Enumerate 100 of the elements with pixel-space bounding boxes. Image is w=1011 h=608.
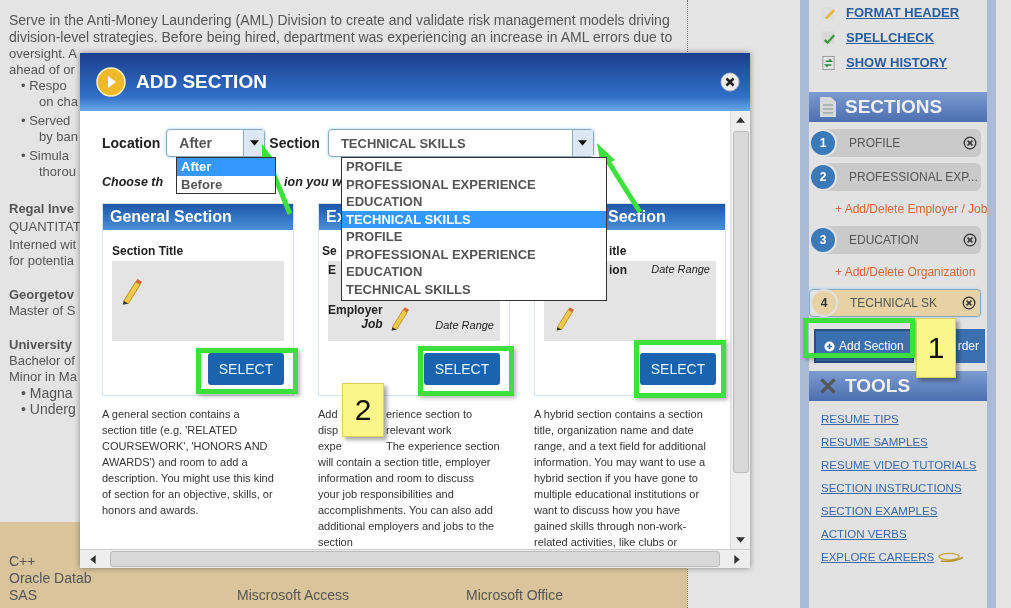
resume-text: by ban	[39, 129, 79, 145]
dropdown-option[interactable]: TECHNICAL SKILLS	[342, 210, 606, 228]
resume-text: Bachelor of	[9, 353, 75, 369]
section-label: Section	[269, 135, 320, 151]
dropdown-option[interactable]: After	[177, 158, 275, 176]
description-text: A general section contains a	[102, 407, 240, 422]
sections-title: SECTIONS	[845, 96, 943, 118]
pencil-icon	[120, 277, 142, 305]
description-text: section title (e.g. 'RELATED	[102, 423, 238, 438]
tool-link[interactable]: RESUME SAMPLES	[821, 436, 928, 448]
tool-link[interactable]: RESUME TIPS	[821, 413, 899, 425]
remove-icon[interactable]	[963, 136, 977, 150]
section-number: 4	[810, 289, 838, 317]
dropdown-option[interactable]: TECHNICAL SKILLS	[342, 280, 606, 298]
caret-icon	[249, 140, 259, 146]
instruction-text: Choose th	[102, 175, 164, 189]
vertical-scrollbar[interactable]	[730, 111, 750, 549]
resume-bullet: • Underg	[21, 401, 76, 417]
section-number: 1	[809, 129, 837, 157]
description-text: Add	[318, 407, 339, 422]
description-text: of section for an objective, skills, or	[102, 487, 273, 502]
resume-text: division-level strategies. Before being hired, department was experiencing an increase in AML errors due to	[9, 29, 674, 46]
resume-text: thorou	[39, 164, 76, 180]
resume-bullet: • Simula	[21, 148, 69, 164]
preview-label: Section Title	[112, 244, 184, 259]
description-text: hybrid section if you have gone to	[534, 471, 698, 486]
preview-label: E	[328, 263, 336, 279]
dropdown-option[interactable]: PROFESSIONAL EXPERIENCE	[342, 175, 606, 193]
resume-bullet: • Respo	[21, 78, 67, 94]
resume-text: Serve in the Anti-Money Laundering (AML) Division to create and validate risk management models driving	[9, 12, 671, 29]
description-text: relevant work	[386, 423, 452, 438]
dropdown-option[interactable]: EDUCATION	[342, 263, 606, 281]
scroll-thumb[interactable]	[110, 551, 720, 567]
dropdown-option[interactable]: PROFESSIONAL EXPERIENCE	[342, 245, 606, 263]
description-text: multiple educational institutions or	[534, 487, 700, 502]
sidebar-link[interactable]: SHOW HISTORY	[846, 55, 948, 70]
resume-bullet: • Served	[21, 113, 71, 129]
description-text: The experience section	[386, 439, 500, 454]
sidebar-link[interactable]: FORMAT HEADER	[846, 5, 960, 20]
section-item[interactable]: 3 EDUCATION	[809, 226, 981, 254]
dropdown-option[interactable]: PROFILE	[342, 228, 606, 246]
sidebar-link[interactable]: SPELLCHECK	[846, 30, 935, 45]
select-button[interactable]: SELECT	[424, 353, 500, 385]
right-arrow-icon[interactable]	[734, 554, 740, 564]
dropdown-option[interactable]: PROFILE	[342, 158, 606, 176]
down-arrow-icon[interactable]	[736, 537, 745, 543]
select-button[interactable]: SELECT	[208, 353, 284, 385]
section-item[interactable]: 1 PROFILE	[809, 129, 981, 157]
description-text: COURSEWORK', 'HONORS AND	[102, 439, 268, 454]
skill-text: C++	[9, 553, 36, 570]
description-text: related activities, like clubs or	[534, 535, 678, 550]
tool-link[interactable]: SECTION INSTRUCTIONS	[821, 482, 962, 494]
play-icon	[96, 67, 126, 97]
resume-text: Master of S	[9, 303, 76, 319]
location-dropdown[interactable]: After	[166, 129, 266, 157]
reorder-button[interactable]: rder	[954, 329, 985, 363]
resume-text: Minor in Ma	[9, 369, 77, 385]
location-label: Location	[102, 135, 161, 151]
preview-label: ion	[609, 263, 627, 277]
resume-heading: Georgetov	[9, 287, 74, 303]
pencil-icon	[554, 305, 574, 331]
resume-text: Interned wit	[9, 237, 77, 253]
section-number: 2	[809, 163, 837, 191]
preview-label: itle	[608, 244, 627, 259]
remove-icon[interactable]	[963, 233, 977, 247]
section-dropdown[interactable]: TECHNICAL SKILLS	[327, 129, 594, 157]
horizontal-scrollbar[interactable]	[80, 549, 750, 568]
close-icon[interactable]	[720, 72, 740, 92]
select-button[interactable]: SELECT	[640, 353, 716, 385]
add-delete-link[interactable]: + Add/Delete Employer / Job	[835, 202, 988, 216]
callout-note: 2	[342, 383, 384, 437]
add-delete-link[interactable]: + Add/Delete Organization	[835, 265, 976, 279]
description-text: gained skills through non-work-	[534, 519, 687, 534]
section-item[interactable]: 4 TECHNICAL SK	[809, 289, 981, 317]
scroll-thumb[interactable]	[732, 131, 749, 473]
description-text: title, organization name and date	[534, 423, 694, 438]
description-text: honors and awards.	[102, 503, 199, 518]
up-arrow-icon[interactable]	[736, 117, 745, 123]
dialog-title: ADD SECTION	[136, 71, 268, 93]
tools-title: TOOLS	[845, 375, 911, 397]
description-text: want to discuss how you have	[534, 503, 681, 518]
section-item[interactable]: 2 PROFESSIONAL EXP...	[809, 163, 981, 191]
resume-text: QUANTITAT	[9, 219, 81, 235]
description-text: expe	[318, 439, 342, 454]
skill-text: SAS	[9, 587, 37, 604]
preview-label: Date Range	[651, 263, 710, 277]
tool-link[interactable]: SECTION EXAMPLES	[821, 505, 938, 517]
document-icon	[819, 96, 837, 118]
tool-link[interactable]: ACTION VERBS	[821, 528, 907, 540]
spellcheck-icon	[821, 29, 836, 46]
skill-text: Oracle Datab	[9, 570, 92, 587]
description-text: AWARDS') and room to add a	[102, 455, 248, 470]
dropdown-option[interactable]: Before	[177, 175, 275, 193]
description-text: accomplishments. You can also add	[318, 503, 493, 518]
left-arrow-icon[interactable]	[90, 554, 96, 564]
preview-label: Se	[322, 244, 337, 259]
tool-link[interactable]: RESUME VIDEO TUTORIALS	[821, 459, 977, 471]
resume-text: on cha	[39, 94, 79, 110]
tool-link[interactable]: EXPLORE CAREERS	[821, 551, 935, 563]
remove-icon[interactable]	[962, 296, 976, 310]
